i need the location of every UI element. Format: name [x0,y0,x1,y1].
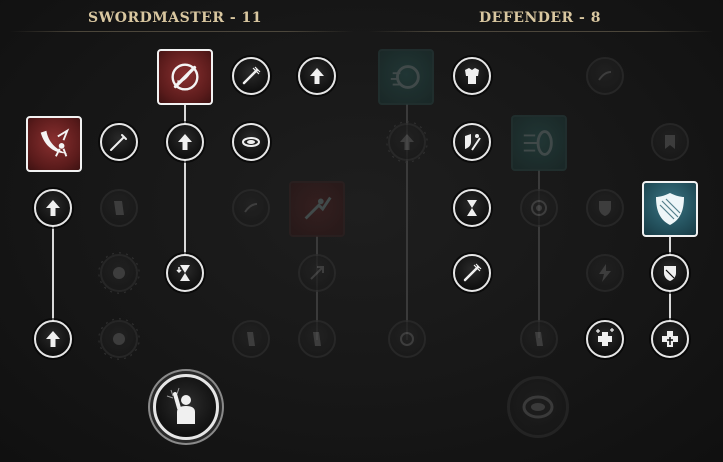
ability-leaping-strike[interactable] [157,49,213,105]
header-divider [368,31,713,32]
passive-attribute-boost[interactable] [34,189,72,227]
passive-locked-slot[interactable] [232,320,270,358]
swordmaster-tree-title: SWORDMASTER - 11 [87,10,263,26]
passive-locked-slot[interactable] [520,189,558,227]
up-arrow-icon [400,134,414,150]
passive-locked-slot[interactable] [388,320,426,358]
up-arrow-icon [46,331,60,347]
gear-icon [113,267,125,279]
passive-sword-flourish[interactable] [232,57,270,95]
up-arrow-icon [310,68,324,84]
swirl-icon [242,137,260,147]
passive-cooldown-reduction[interactable] [166,254,204,292]
passive-locked-slot[interactable] [100,254,138,292]
passive-locked-slot[interactable] [520,320,558,358]
shield-plus-icon [662,331,678,347]
shield-rush-icon [390,65,420,89]
boot-icon [313,332,321,346]
shield-sword-icon [465,134,481,151]
ultimate-sentinels-ward[interactable] [507,376,569,438]
passive-locked-slot[interactable] [586,254,624,292]
passive-empowered-sword-strike[interactable] [100,123,138,161]
dash-arrow-icon [310,266,324,280]
sword-flourish-icon [242,66,261,85]
passive-healing-boost[interactable] [586,320,624,358]
passive-locked-slot[interactable] [586,189,624,227]
cycle-icon [400,332,414,346]
gear-icon [113,333,125,345]
passive-locked-slot[interactable] [232,189,270,227]
shield-ring-icon [522,395,554,419]
boot-icon [535,332,543,346]
crescent-slash-icon [40,128,70,157]
ability-reverse-stab[interactable] [289,181,345,237]
banner-icon [665,135,675,149]
header-divider [10,31,355,32]
skill-tree-panel: SWORDMASTER - 11 DEFENDER - 8 [0,0,723,462]
passive-attribute-boost[interactable] [166,123,204,161]
passive-armor[interactable] [453,57,491,95]
passive-shield-healing[interactable] [651,320,689,358]
passive-spinning-swirl[interactable] [232,123,270,161]
defensive-shield-icon [656,193,684,225]
passive-locked-slot[interactable] [586,57,624,95]
sword-icon [110,134,127,151]
passive-shield-and-weapon[interactable] [453,123,491,161]
ability-defiant-stance[interactable] [642,181,698,237]
shield-bash-icon [523,130,553,156]
chestplate-icon [465,68,479,84]
passive-shield-guard[interactable] [651,254,689,292]
lightning-icon [599,264,611,282]
passive-locked-slot[interactable] [651,123,689,161]
passive-locked-slot[interactable] [388,123,426,161]
passive-locked-slot[interactable] [298,320,336,358]
claw-mark-icon [244,203,258,213]
shield-icon [664,266,676,281]
sword-flourish-icon [463,263,482,282]
defender-tree-title: DEFENDER - 8 [479,10,601,26]
leaping-slash-icon [171,63,199,91]
up-arrow-icon [178,134,192,150]
passive-attribute-boost[interactable] [34,320,72,358]
scroll-icon [114,201,124,215]
ability-shield-rush[interactable] [378,49,434,105]
passive-locked-slot[interactable] [100,189,138,227]
tree-connector [52,208,54,338]
health-plus-icon [596,328,614,346]
ability-whirling-blade[interactable] [26,116,82,172]
hourglass-down-icon [176,265,190,281]
passive-cooldown-reduction[interactable] [453,189,491,227]
ultimate-final-stand[interactable] [153,374,219,440]
passive-attribute-boost[interactable] [298,57,336,95]
gauntlet-icon [247,332,255,346]
claw-mark-icon [598,71,612,81]
ability-shield-bash[interactable] [511,115,567,171]
shield-icon [599,201,611,216]
hourglass-icon [467,200,477,216]
passive-locked-slot[interactable] [298,254,336,292]
whirlwind-icon [531,200,547,216]
dash-strike-icon [304,196,332,220]
up-arrow-icon [46,200,60,216]
passive-sword-flourish[interactable] [453,254,491,292]
raised-fist-icon [166,387,195,424]
passive-locked-slot[interactable] [100,320,138,358]
